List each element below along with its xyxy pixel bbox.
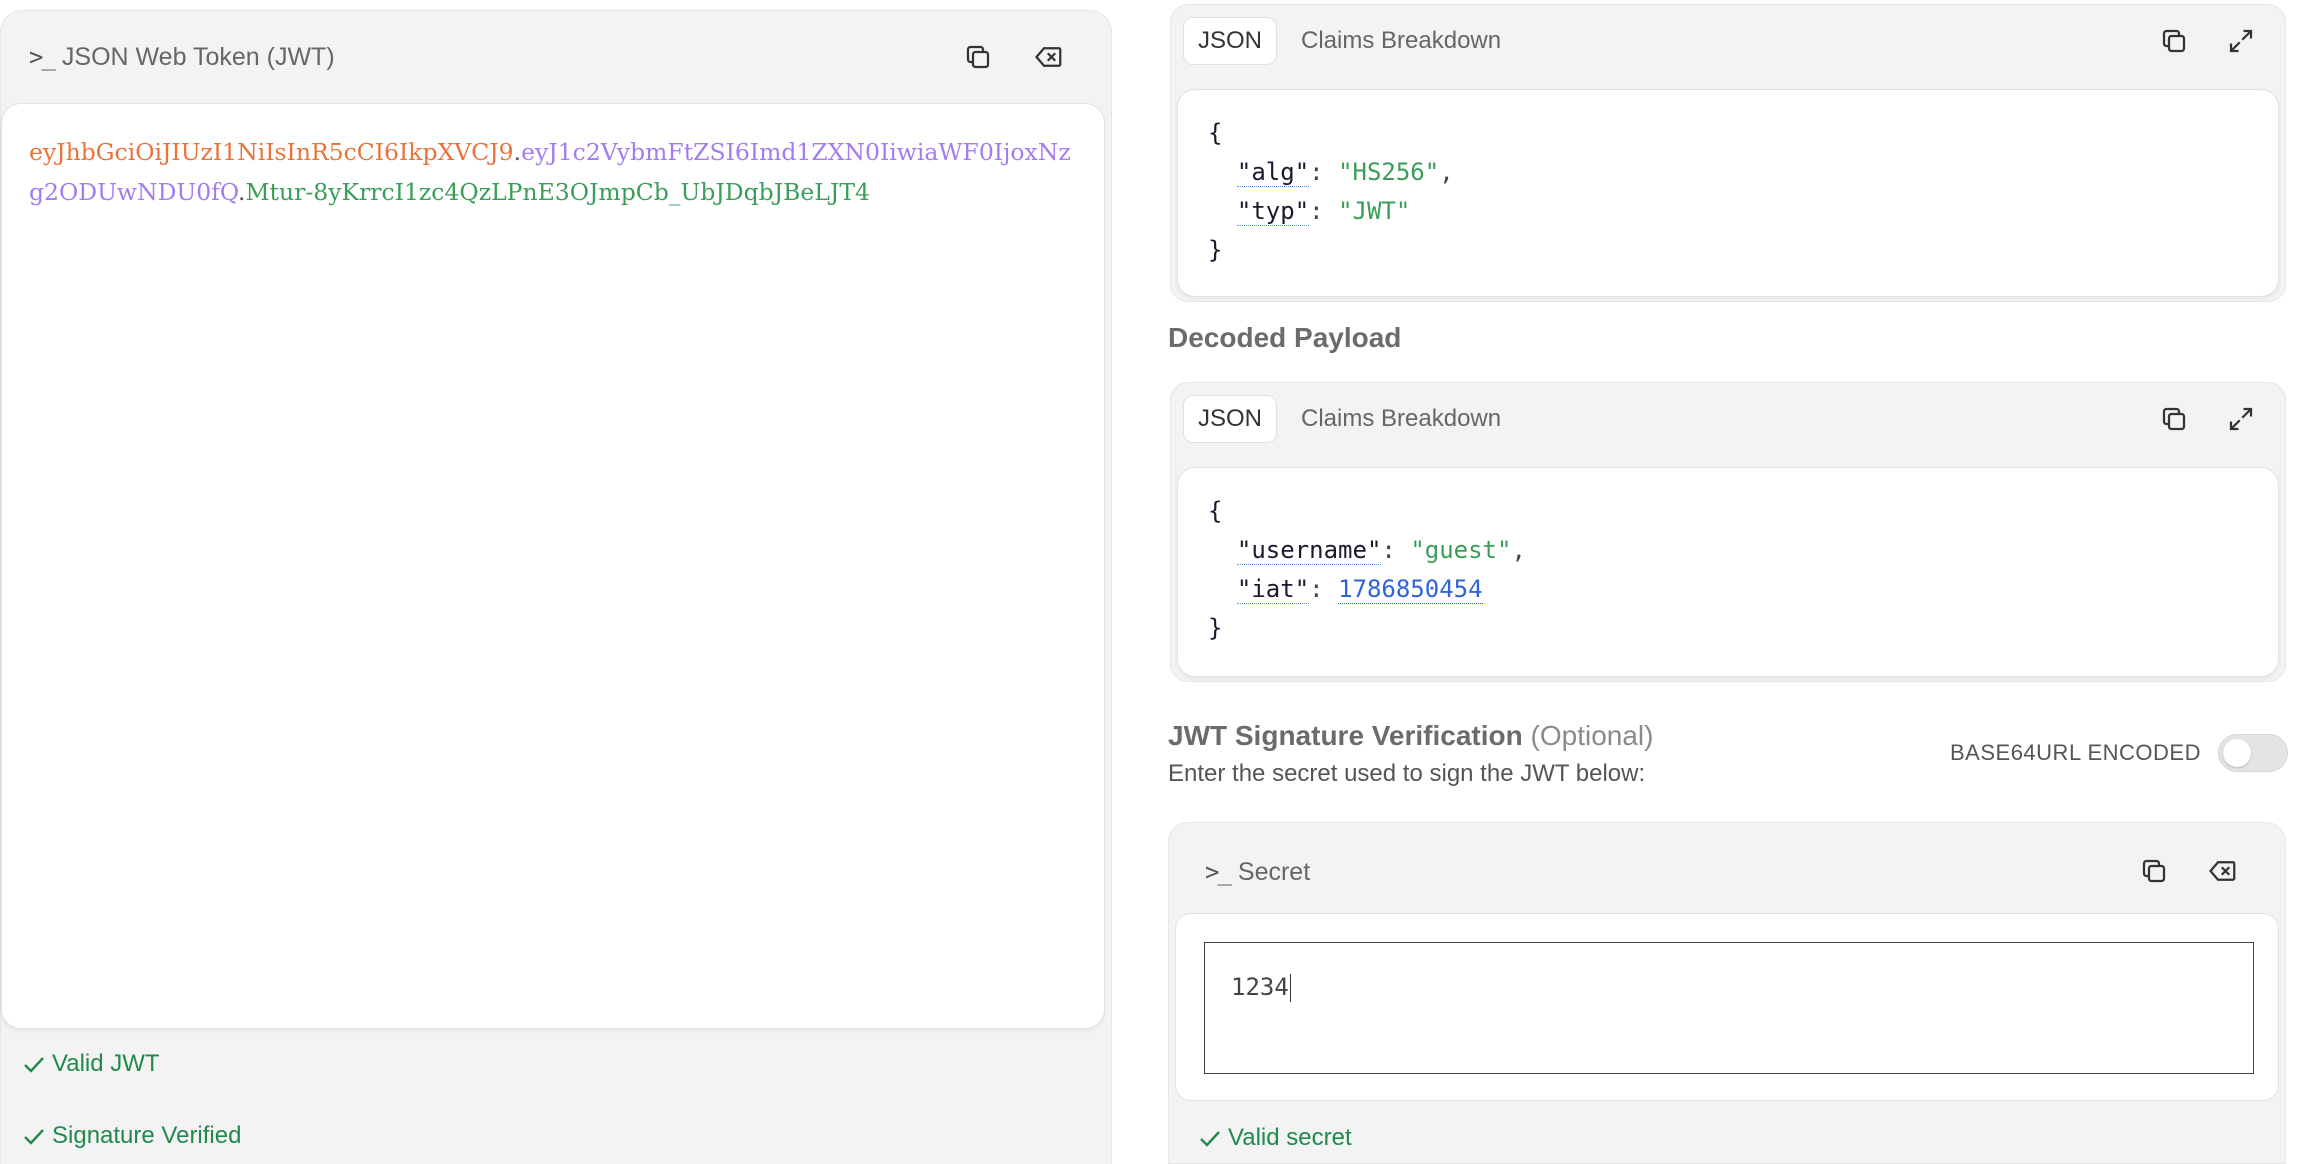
clear-jwt-button[interactable] [1027, 35, 1071, 79]
jwt-panel-title: JSON Web Token (JWT) [61, 42, 335, 71]
toggle-knob [2223, 739, 2251, 767]
clear-secret-button[interactable] [2201, 849, 2245, 893]
tab-json[interactable]: JSON [1183, 395, 1278, 443]
secret-header: >_ Secret [1205, 823, 1310, 921]
terminal-prompt-icon: >_ [29, 43, 56, 71]
secret-value: 1234 [1231, 973, 1289, 1001]
payload-tabs: JSON Claims Breakdown [1183, 393, 1515, 445]
backspace-clear-icon [2209, 861, 2236, 881]
copy-secret-button[interactable] [2132, 849, 2176, 893]
iat-key[interactable]: "iat" [1236, 575, 1310, 604]
base64url-toggle-label: BASE64URL ENCODED [1950, 740, 2201, 765]
decoded-payload-card: JSON Claims Breakdown { "username": "gue… [1170, 382, 2286, 682]
check-icon [24, 1129, 44, 1145]
payload-json-view: { "username": "guest", "iat": 1786850454… [1177, 467, 2279, 677]
username-key[interactable]: "username" [1236, 536, 1382, 565]
copy-icon [966, 45, 990, 69]
secret-input-wrapper: 1234 [1175, 913, 2279, 1101]
typ-value: "JWT" [1338, 197, 1411, 225]
expand-icon [2229, 29, 2253, 53]
alg-value: "HS256" [1338, 158, 1440, 186]
check-icon [24, 1057, 44, 1073]
expand-header-button[interactable] [2219, 19, 2263, 63]
secret-input[interactable]: 1234 [1204, 942, 2254, 1074]
terminal-prompt-icon: >_ [1205, 858, 1232, 886]
copy-payload-button[interactable] [2152, 397, 2196, 441]
jwt-panel-header: >_ JSON Web Token (JWT) [1, 11, 1111, 103]
copy-icon [2162, 29, 2186, 53]
signature-verified-status: Signature Verified [22, 1122, 241, 1150]
header-json-view: { "alg": "HS256", "typ": "JWT" } [1177, 89, 2279, 297]
open-brace: { [1208, 497, 1223, 525]
copy-icon [2142, 859, 2166, 883]
optional-label: (Optional) [1530, 720, 1654, 751]
secret-card: >_ Secret 1234 [1168, 822, 2286, 1164]
backspace-clear-icon [1035, 47, 1062, 67]
close-brace: } [1208, 614, 1223, 642]
iat-value[interactable]: 1786850454 [1338, 575, 1483, 604]
header-typ-line: "typ": "JWT" [1236, 197, 1411, 226]
check-icon [1200, 1131, 1220, 1147]
secret-title: Secret [1237, 857, 1311, 886]
token-signature-segment: Mtur-8yKrrcI1zc4QzLPnE3OJmpCb_UbJDqbJBeL… [245, 178, 870, 206]
decoded-header-card: JSON Claims Breakdown { "alg": "HS256", … [1170, 4, 2286, 302]
valid-jwt-status: Valid JWT [22, 1050, 160, 1078]
signature-verified-text: Signature Verified [52, 1122, 242, 1149]
jwt-encoded-panel: >_ JSON Web Token (JWT) eyJhbGciOiJIUzI1… [0, 10, 1112, 1164]
copy-header-button[interactable] [2152, 19, 2196, 63]
expand-icon [2229, 407, 2253, 431]
token-dot: . [513, 138, 522, 166]
verification-title-text: JWT Signature Verification [1168, 720, 1523, 751]
copy-jwt-button[interactable] [956, 35, 1000, 79]
open-brace: { [1208, 119, 1223, 147]
tab-claims-breakdown[interactable]: Claims Breakdown [1287, 18, 1515, 64]
jwt-token-editor[interactable]: eyJhbGciOiJIUzI1NiIsInR5cCI6IkpXVCJ9.eyJ… [1, 103, 1105, 1029]
text-caret [1289, 974, 1292, 1002]
valid-secret-status: Valid secret [1198, 1124, 1352, 1152]
valid-secret-text: Valid secret [1228, 1124, 1352, 1151]
header-alg-line: "alg": "HS256", [1236, 158, 1454, 187]
verification-subtitle: Enter the secret used to sign the JWT be… [1168, 760, 1646, 787]
alg-key[interactable]: "alg" [1236, 158, 1310, 187]
username-value: "guest" [1410, 536, 1512, 564]
base64url-toggle[interactable] [2218, 734, 2288, 772]
expand-payload-button[interactable] [2219, 397, 2263, 441]
header-tabs: JSON Claims Breakdown [1183, 15, 1515, 67]
valid-jwt-text: Valid JWT [52, 1050, 160, 1077]
copy-icon [2162, 407, 2186, 431]
tab-json[interactable]: JSON [1183, 17, 1278, 65]
payload-username-line: "username": "guest", [1236, 536, 1526, 565]
tab-claims-breakdown[interactable]: Claims Breakdown [1287, 396, 1515, 442]
close-brace: } [1208, 236, 1223, 264]
typ-key[interactable]: "typ" [1236, 197, 1310, 226]
decoded-payload-title: Decoded Payload [1168, 322, 1402, 353]
payload-iat-line: "iat": 1786850454 [1236, 575, 1483, 604]
signature-verification-title: JWT Signature Verification (Optional) [1168, 720, 1653, 752]
token-header-segment: eyJhbGciOiJIUzI1NiIsInR5cCI6IkpXVCJ9 [29, 138, 514, 166]
